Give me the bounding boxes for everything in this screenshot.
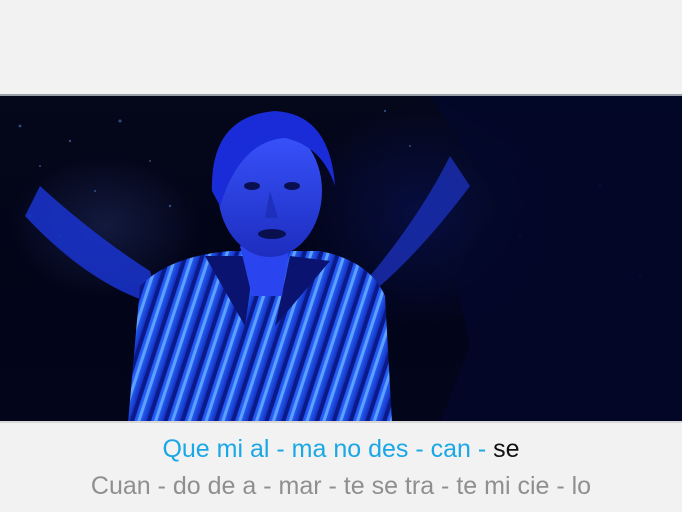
right-eye (284, 182, 300, 190)
left-arm (25, 186, 160, 306)
left-eye (244, 182, 260, 190)
upcoming-syllables: se (493, 435, 520, 463)
next-lyric-line: Cuan - do de a - mar - te se tra - te mi… (90, 472, 592, 500)
mouth (258, 229, 286, 239)
sung-syllables: Que mi al - ma no des - can - (162, 435, 494, 463)
top-blank-panel (0, 0, 682, 94)
video-frame-icon (18, 96, 682, 423)
cave-wall (430, 96, 682, 423)
current-lyric-line: Que mi al - ma no des - can - se (0, 435, 682, 464)
music-video-frame (0, 94, 682, 423)
lyrics-panel: Que mi al - ma no des - can - se Cuan - … (0, 423, 682, 512)
karaoke-screen: Que mi al - ma no des - can - se Cuan - … (0, 0, 682, 512)
